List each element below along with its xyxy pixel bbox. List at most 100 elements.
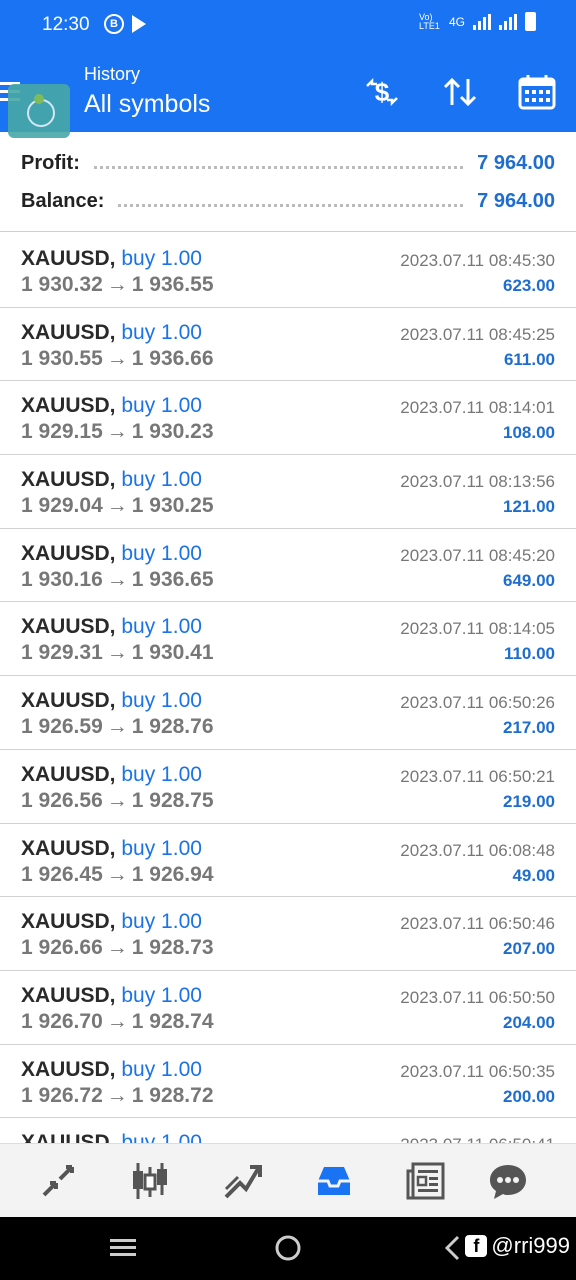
- trade-time: 2023.07.11 06:50:21: [400, 766, 555, 786]
- trade-row[interactable]: XAUUSD, buy 1.00 1 930.16 → 1 936.65 2023.07…: [0, 529, 576, 603]
- trade-prices: 1 930.32 → 1 936.55: [21, 273, 214, 297]
- close-price: 1 930.41: [131, 641, 214, 665]
- signal-2-icon: [499, 13, 517, 30]
- nav-quotes[interactable]: [34, 1158, 82, 1204]
- trade-symbol: XAUUSD,: [21, 541, 116, 565]
- trade-profit: 49.00: [512, 865, 555, 885]
- sort-button[interactable]: [440, 72, 480, 112]
- close-price: 1 928.73: [131, 936, 214, 960]
- trade-profit: 611.00: [503, 349, 555, 369]
- trade-symbol: XAUUSD,: [21, 247, 116, 270]
- arrow-right-icon: →: [106, 420, 128, 444]
- close-price: 1 936.55: [131, 273, 214, 296]
- recents-icon: [110, 1239, 136, 1256]
- arrow-right-icon: →: [106, 936, 128, 960]
- currency-sort-button[interactable]: $: [362, 72, 402, 112]
- trade-symbol-line: XAUUSD, buy 1.00: [21, 984, 202, 1008]
- arrow-right-icon: →: [106, 641, 128, 665]
- system-navigation-bar: f @rri999: [0, 1217, 576, 1280]
- profit-label: Profit:: [21, 151, 80, 174]
- arrow-right-icon: →: [106, 1083, 128, 1107]
- trade-profit: 200.00: [503, 1086, 555, 1106]
- open-price: 1 926.59: [21, 715, 103, 739]
- close-price: 1 930.25: [131, 494, 214, 518]
- trade-symbol-line: XAUUSD, buy 1.00: [21, 542, 202, 566]
- watermark-handle: @rri999: [491, 1233, 570, 1258]
- trade-prices: 1 929.04 → 1 930.25: [21, 494, 214, 518]
- trade-row[interactable]: XAUUSD, buy 1.00 1 926.70 → 1 928.74 2023.07…: [0, 971, 576, 1045]
- chat-icon: [490, 1165, 526, 1199]
- trade-side: buy 1.00: [121, 689, 202, 713]
- trade-time: 2023.07.11 06:50:26: [400, 693, 555, 713]
- trade-prices: 1 926.56 → 1 928.75: [21, 789, 214, 813]
- arrow-right-icon: →: [106, 1009, 128, 1033]
- trade-row[interactable]: XAUUSD, buy 1.00 1 926.66 → 1 928.73 2023.07…: [0, 897, 576, 971]
- trade-row[interactable]: XAUUSD, buy 1.00 1 929.15 → 1 930.23 2023.07…: [0, 381, 576, 456]
- trade-row[interactable]: XAUUSD, buy 1.00 1 930.55 → 1 936.66 2023.07…: [0, 308, 576, 382]
- balance-row: Balance: 7 964.00: [21, 183, 555, 219]
- trade-profit: 121.00: [503, 497, 555, 517]
- trade-symbol: XAUUSD,: [21, 320, 116, 344]
- trade-time: 2023.07.11 08:45:30: [400, 251, 555, 270]
- trade-profit: 110.00: [503, 644, 555, 664]
- bottom-navigation: [0, 1143, 576, 1217]
- menu-button[interactable]: [0, 70, 70, 138]
- arrow-right-icon: →: [106, 494, 128, 518]
- close-price: 1 926.94: [131, 862, 214, 886]
- trade-row[interactable]: XAUUSD, buy 1.00→2023.07.11 06:50:41: [0, 1118, 576, 1144]
- trade-profit: 649.00: [503, 570, 555, 590]
- trade-side: buy 1.00: [121, 615, 202, 639]
- calendar-button[interactable]: [517, 72, 557, 112]
- open-price: 1 926.66: [21, 936, 103, 960]
- close-price: 1 936.66: [131, 346, 214, 370]
- trade-prices: 1 929.15 → 1 930.23: [21, 420, 214, 444]
- trade-profit: 207.00: [503, 939, 555, 959]
- trade-time: 2023.07.11 08:14:01: [400, 398, 555, 418]
- back-icon: [444, 1235, 460, 1261]
- open-price: 1 929.04: [21, 494, 103, 518]
- trade-row[interactable]: XAUUSD, buy 1.00 1 926.56 → 1 928.75 2023.07…: [0, 750, 576, 824]
- back-button[interactable]: [440, 1231, 464, 1265]
- trade-symbol-line: XAUUSD, buy 1.00: [21, 910, 202, 934]
- trade-time: 2023.07.11 08:45:25: [400, 324, 555, 344]
- network-type: 4G: [448, 14, 465, 29]
- status-bar: 12:30 B Vo) LTE1 4G: [0, 0, 576, 50]
- home-button[interactable]: [272, 1231, 304, 1265]
- nav-news[interactable]: [402, 1158, 450, 1204]
- nav-chat[interactable]: [484, 1158, 532, 1204]
- trade-prices: 1 926.66 → 1 928.73: [21, 936, 214, 960]
- status-right-icons: Vo) LTE1 4G: [419, 12, 536, 31]
- trade-row[interactable]: XAUUSD, buy 1.00 1 926.45 → 1 926.94 2023.07…: [0, 824, 576, 898]
- trade-side: buy 1.00: [121, 320, 202, 344]
- news-icon: [406, 1162, 445, 1200]
- trend-icon: [224, 1165, 262, 1199]
- nav-history[interactable]: [310, 1158, 358, 1204]
- trade-symbol-line: XAUUSD, buy 1.00: [21, 468, 202, 492]
- trade-profit: 217.00: [503, 718, 555, 738]
- trade-row[interactable]: XAUUSD, buy 1.00 1 930.32 → 1 936.55 2023.07…: [0, 234, 576, 308]
- trade-row[interactable]: XAUUSD, buy 1.00 1 929.31 → 1 930.41 2023.07…: [0, 602, 576, 677]
- trade-row[interactable]: XAUUSD, buy 1.00 1 926.59 → 1 928.76 2023.07…: [0, 676, 576, 750]
- trade-list[interactable]: XAUUSD, buy 1.00 1 930.32 → 1 936.55 2023.07…: [0, 234, 576, 1144]
- facebook-icon: f: [465, 1235, 488, 1257]
- open-price: 1 926.56: [21, 788, 103, 812]
- recents-button[interactable]: [108, 1231, 138, 1265]
- trade-time: 2023.07.11 06:08:48: [400, 840, 555, 860]
- nav-chart[interactable]: [126, 1158, 174, 1204]
- trade-symbol-line: XAUUSD, buy 1.00: [21, 247, 202, 271]
- trade-row[interactable]: XAUUSD, buy 1.00 1 929.04 → 1 930.25 2023.07…: [0, 455, 576, 529]
- trade-symbol-line: XAUUSD, buy 1.00: [21, 615, 202, 639]
- status-notification-icons: B: [104, 14, 146, 34]
- watermark: f @rri999: [465, 1233, 570, 1259]
- dollar-swap-icon: $: [366, 77, 398, 107]
- trade-prices: 1 926.59 → 1 928.76: [21, 715, 214, 739]
- arrow-right-icon: →: [106, 273, 128, 296]
- dotted-leader: [118, 195, 464, 207]
- play-notification-icon: [132, 15, 146, 33]
- nav-trade[interactable]: [218, 1158, 266, 1204]
- trade-symbol-line: XAUUSD, buy 1.00: [21, 394, 202, 418]
- trade-prices: 1 926.72 → 1 928.72: [21, 1084, 214, 1108]
- trade-prices: 1 930.55 → 1 936.66: [21, 347, 214, 371]
- trade-row[interactable]: XAUUSD, buy 1.00 1 926.72 → 1 928.72 2023.07…: [0, 1045, 576, 1119]
- page-title[interactable]: All symbols: [84, 90, 210, 119]
